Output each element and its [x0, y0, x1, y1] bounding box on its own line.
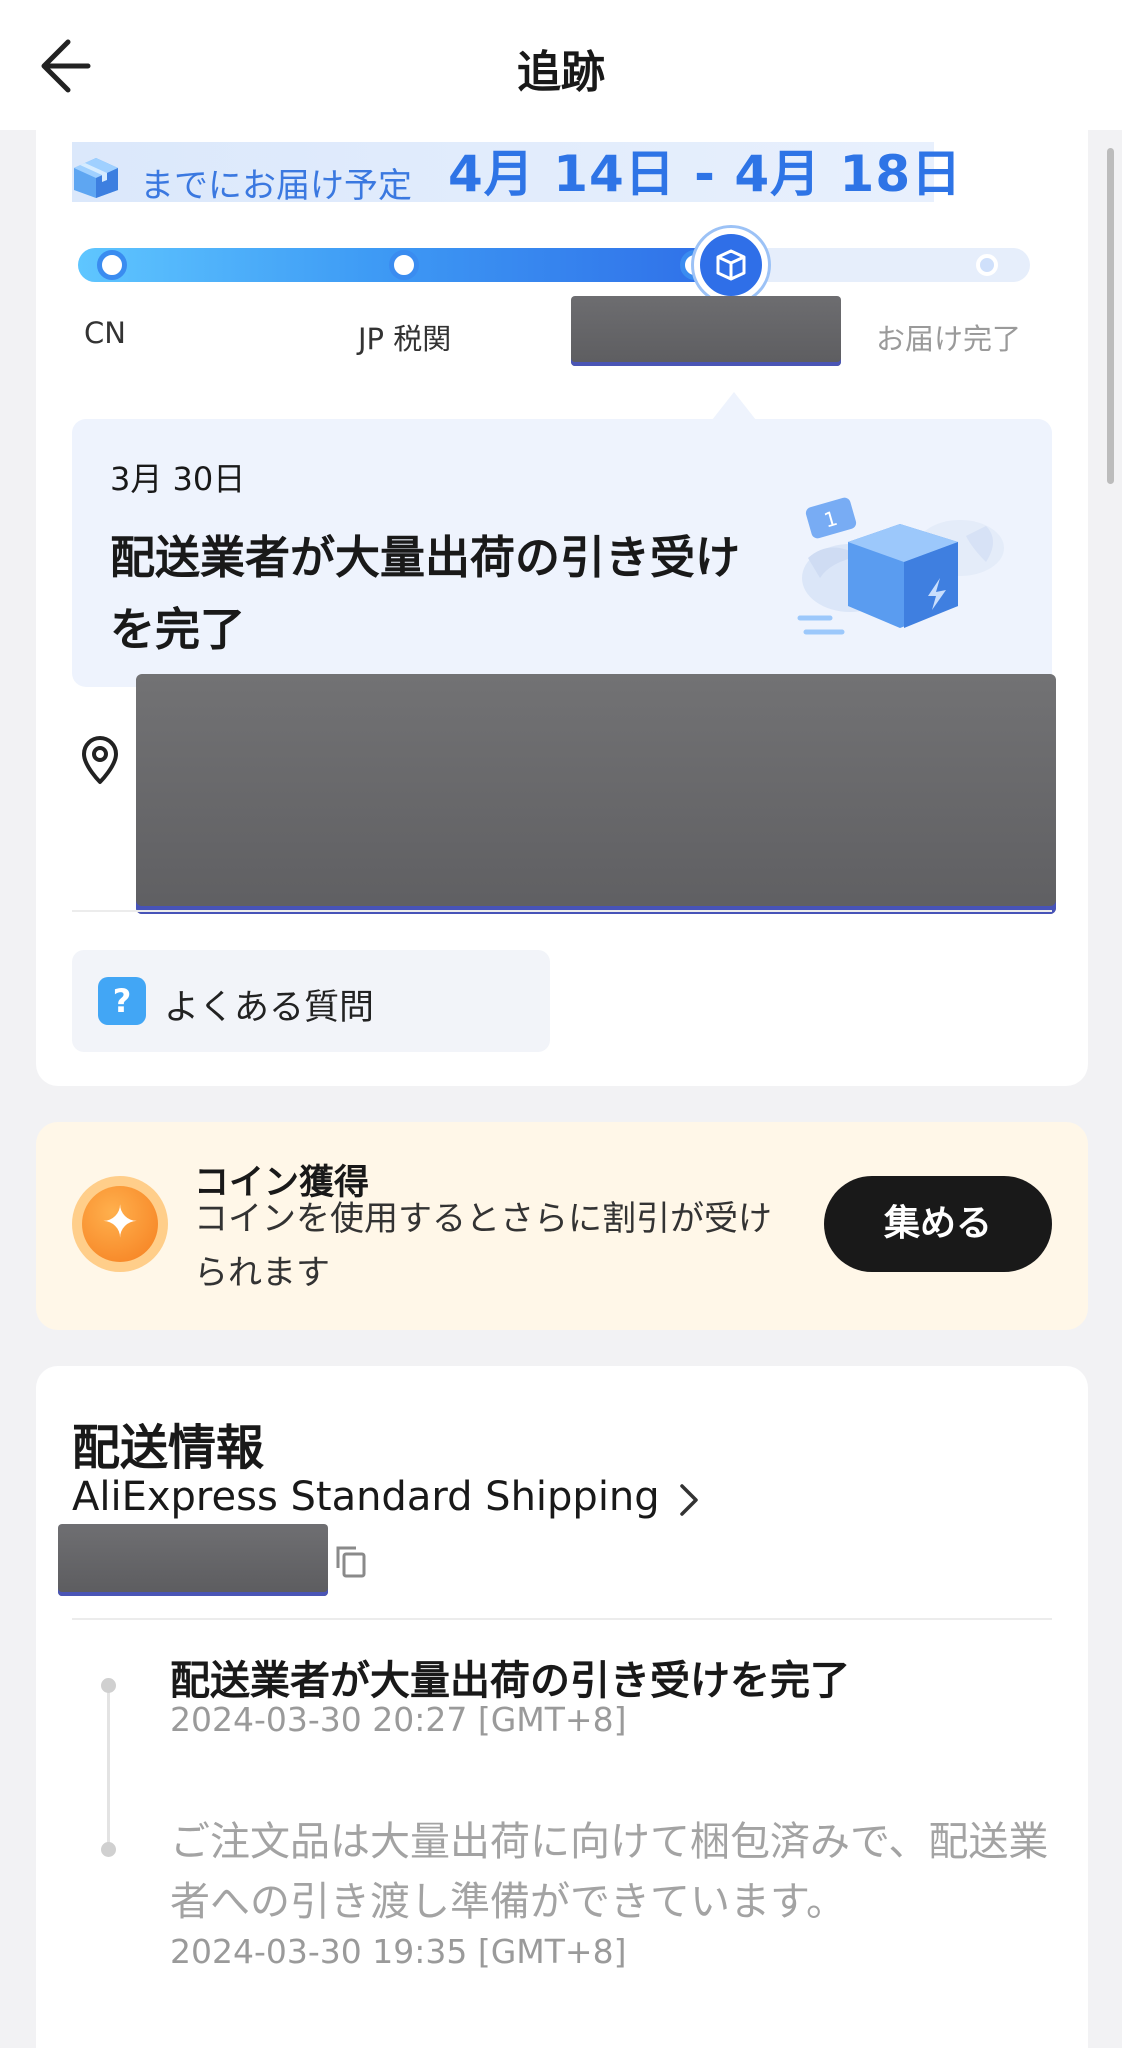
package-icon	[716, 249, 746, 281]
package-box-icon	[74, 158, 118, 198]
progress-dot-delivered	[976, 254, 998, 276]
divider	[72, 1618, 1052, 1620]
progress-dot-cn	[97, 250, 127, 280]
location-pin-icon	[82, 736, 118, 784]
estimate-date-range: 4月 14日 - 4月 18日	[448, 145, 963, 203]
stage-label-delivered: お届け完了	[876, 322, 1022, 356]
shipping-method-link[interactable]: AliExpress Standard Shipping	[72, 1474, 660, 1520]
timeline-line	[107, 1686, 110, 1850]
page-title: 追跡	[517, 47, 605, 98]
latest-event-date: 3月 30日	[110, 460, 246, 498]
shipping-section-title: 配送情報	[72, 1420, 265, 1476]
timeline-event-time: 2024-03-30 20:27 [GMT+8]	[170, 1700, 627, 1739]
winged-package-illustration: 1	[797, 497, 1004, 635]
divider	[72, 910, 1052, 912]
timeline-event-title: 配送業者が大量出荷の引き受けを完了	[170, 1658, 850, 1704]
stage-label-cn: CN	[84, 316, 126, 350]
timeline-dot	[101, 1678, 116, 1693]
copy-icon[interactable]	[334, 1544, 368, 1578]
chevron-right-icon[interactable]	[676, 1480, 702, 1520]
timeline-event-time: 2024-03-30 19:35 [GMT+8]	[170, 1932, 627, 1971]
latest-event-title: 配送業者が大量出荷の引き受けを完了	[110, 531, 741, 656]
scrollbar[interactable]	[1107, 148, 1114, 484]
event-pointer	[712, 392, 756, 420]
current-stage-marker	[694, 228, 768, 302]
timeline-event-title: ご注文品は大量出荷に向けて梱包済みで、配送業者への引き渡し準備ができています。	[170, 1819, 1049, 1925]
estimate-label: までにお届け予定	[140, 166, 412, 206]
redacted-stage-label	[571, 296, 841, 366]
faq-label: よくある質問	[164, 988, 375, 1028]
question-icon: ?	[98, 977, 146, 1025]
top-bar: 追跡	[0, 0, 1122, 130]
stage-label-customs: JP 税関	[358, 322, 452, 356]
coin-star-icon: ✦	[72, 1176, 168, 1272]
timeline-dot	[101, 1842, 116, 1857]
redacted-address	[136, 674, 1056, 914]
coin-description: コインを使用するとさらに割引が受けられます	[194, 1199, 772, 1293]
progress-dot-customs	[389, 250, 419, 280]
collect-button[interactable]: 集める	[824, 1176, 1052, 1272]
redacted-tracking-number	[58, 1524, 328, 1596]
